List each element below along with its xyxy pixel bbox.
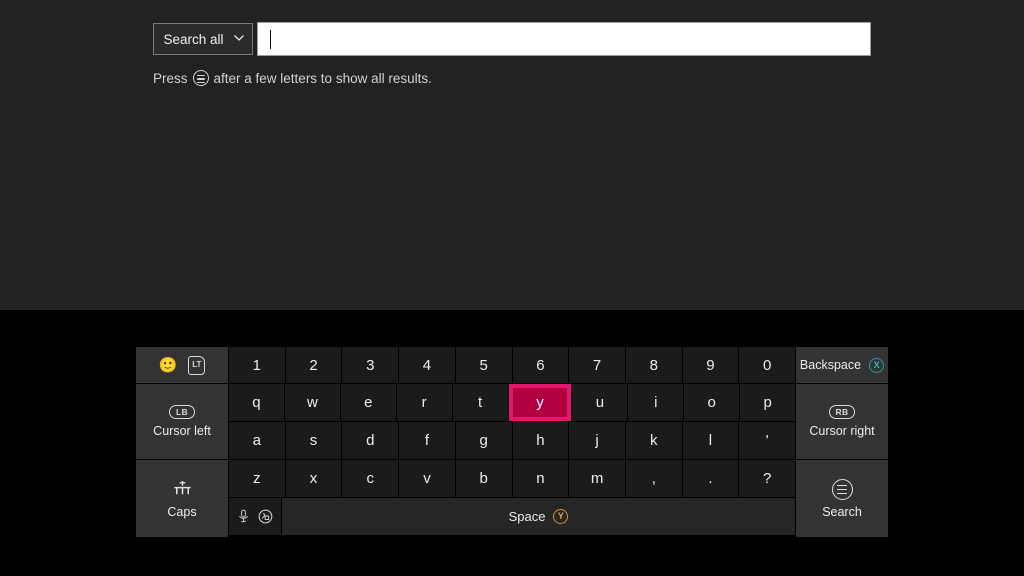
search-key-label: Search bbox=[822, 504, 862, 519]
search-bar: Search all bbox=[153, 22, 871, 56]
search-input-inner bbox=[270, 26, 867, 52]
symbols-icon bbox=[258, 509, 273, 524]
text-caret bbox=[270, 29, 271, 49]
key-w[interactable]: w bbox=[284, 384, 340, 421]
space-label: Space bbox=[508, 509, 546, 524]
on-screen-keyboard: 🙂 LT LB Cursor left Caps 1 2 3 4 5 6 7 8… bbox=[136, 347, 888, 537]
keyboard-left-panel: 🙂 LT LB Cursor left Caps bbox=[136, 347, 228, 537]
key-o[interactable]: o bbox=[684, 384, 740, 421]
key-v[interactable]: v bbox=[399, 460, 455, 497]
key-j[interactable]: j bbox=[569, 422, 625, 459]
caps-label: Caps bbox=[167, 504, 197, 519]
key-m[interactable]: m bbox=[569, 460, 625, 497]
key-0[interactable]: 0 bbox=[739, 347, 796, 383]
x-button-icon: X bbox=[869, 357, 885, 373]
key-6[interactable]: 6 bbox=[512, 347, 569, 383]
menu-icon bbox=[831, 478, 853, 500]
key-k[interactable]: k bbox=[625, 422, 682, 459]
key-question[interactable]: ? bbox=[739, 460, 796, 497]
microphone-icon bbox=[238, 509, 249, 524]
key-7[interactable]: 7 bbox=[569, 347, 625, 383]
key-4[interactable]: 4 bbox=[399, 347, 455, 383]
key-s[interactable]: s bbox=[285, 422, 342, 459]
caps-key[interactable]: Caps bbox=[136, 460, 228, 537]
key-d[interactable]: d bbox=[342, 422, 399, 459]
search-hint-suffix: after a few letters to show all results. bbox=[213, 70, 432, 86]
keyboard-row-home: a s d f g h j k l ' bbox=[229, 422, 796, 459]
backspace-key[interactable]: Backspace X bbox=[796, 347, 888, 383]
key-g[interactable]: g bbox=[455, 422, 512, 459]
backspace-label: Backspace bbox=[799, 358, 862, 372]
space-key[interactable]: Space Y bbox=[282, 498, 795, 535]
chevron-down-icon bbox=[233, 32, 244, 42]
key-comma[interactable]: , bbox=[625, 460, 682, 497]
keyboard-right-panel: Backspace X RB Cursor right Search bbox=[796, 347, 888, 537]
dictation-and-symbols-key[interactable] bbox=[229, 498, 281, 535]
key-2[interactable]: 2 bbox=[285, 347, 342, 383]
key-3[interactable]: 3 bbox=[342, 347, 399, 383]
key-period[interactable]: . bbox=[682, 460, 739, 497]
key-9[interactable]: 9 bbox=[682, 347, 739, 383]
key-z[interactable]: z bbox=[229, 460, 285, 497]
key-y[interactable]: y bbox=[508, 384, 572, 421]
key-n[interactable]: n bbox=[512, 460, 569, 497]
search-region: Search all Press after a few letters to … bbox=[0, 0, 1024, 310]
key-e[interactable]: e bbox=[340, 384, 396, 421]
keyboard-row-top: q w e r t y u i o p bbox=[229, 384, 796, 421]
cursor-left-label: Cursor left bbox=[153, 424, 211, 438]
key-5[interactable]: 5 bbox=[455, 347, 512, 383]
key-h[interactable]: h bbox=[512, 422, 569, 459]
key-c[interactable]: c bbox=[342, 460, 399, 497]
key-8[interactable]: 8 bbox=[625, 347, 682, 383]
key-p[interactable]: p bbox=[740, 384, 796, 421]
keyboard-main-keys: 1 2 3 4 5 6 7 8 9 0 q w e r t y u i o p … bbox=[229, 347, 796, 537]
key-i[interactable]: i bbox=[628, 384, 684, 421]
key-q[interactable]: q bbox=[229, 384, 284, 421]
search-scope-dropdown[interactable]: Search all bbox=[153, 23, 253, 55]
key-r[interactable]: r bbox=[396, 384, 452, 421]
caps-shift-icon bbox=[171, 479, 194, 500]
search-key[interactable]: Search bbox=[796, 460, 888, 537]
key-l[interactable]: l bbox=[682, 422, 739, 459]
search-hint-prefix: Press bbox=[153, 70, 188, 86]
keyboard-row-bottom: z x c v b n m , . ? bbox=[229, 460, 796, 497]
search-input[interactable] bbox=[257, 22, 871, 56]
key-b[interactable]: b bbox=[455, 460, 512, 497]
emoji-smiley-icon: 🙂 bbox=[158, 356, 178, 374]
emoji-key[interactable]: 🙂 LT bbox=[136, 347, 228, 383]
key-a[interactable]: a bbox=[229, 422, 285, 459]
keyboard-row-space: Space Y bbox=[229, 498, 795, 535]
rb-bumper-icon: RB bbox=[829, 405, 855, 419]
key-x[interactable]: x bbox=[285, 460, 342, 497]
key-t[interactable]: t bbox=[452, 384, 508, 421]
key-u[interactable]: u bbox=[572, 384, 628, 421]
search-hint: Press after a few letters to show all re… bbox=[153, 70, 432, 86]
key-f[interactable]: f bbox=[399, 422, 455, 459]
lb-bumper-icon: LB bbox=[169, 405, 195, 419]
search-scope-label: Search all bbox=[163, 31, 224, 47]
lt-trigger-icon: LT bbox=[188, 355, 206, 375]
cursor-right-key[interactable]: RB Cursor right bbox=[796, 384, 888, 459]
cursor-right-label: Cursor right bbox=[809, 424, 875, 438]
keyboard-row-numbers: 1 2 3 4 5 6 7 8 9 0 bbox=[229, 347, 796, 383]
key-1[interactable]: 1 bbox=[229, 347, 285, 383]
cursor-left-key[interactable]: LB Cursor left bbox=[136, 384, 228, 459]
y-button-icon: Y bbox=[553, 509, 569, 524]
key-apostrophe[interactable]: ' bbox=[739, 422, 796, 459]
menu-icon bbox=[192, 70, 209, 86]
